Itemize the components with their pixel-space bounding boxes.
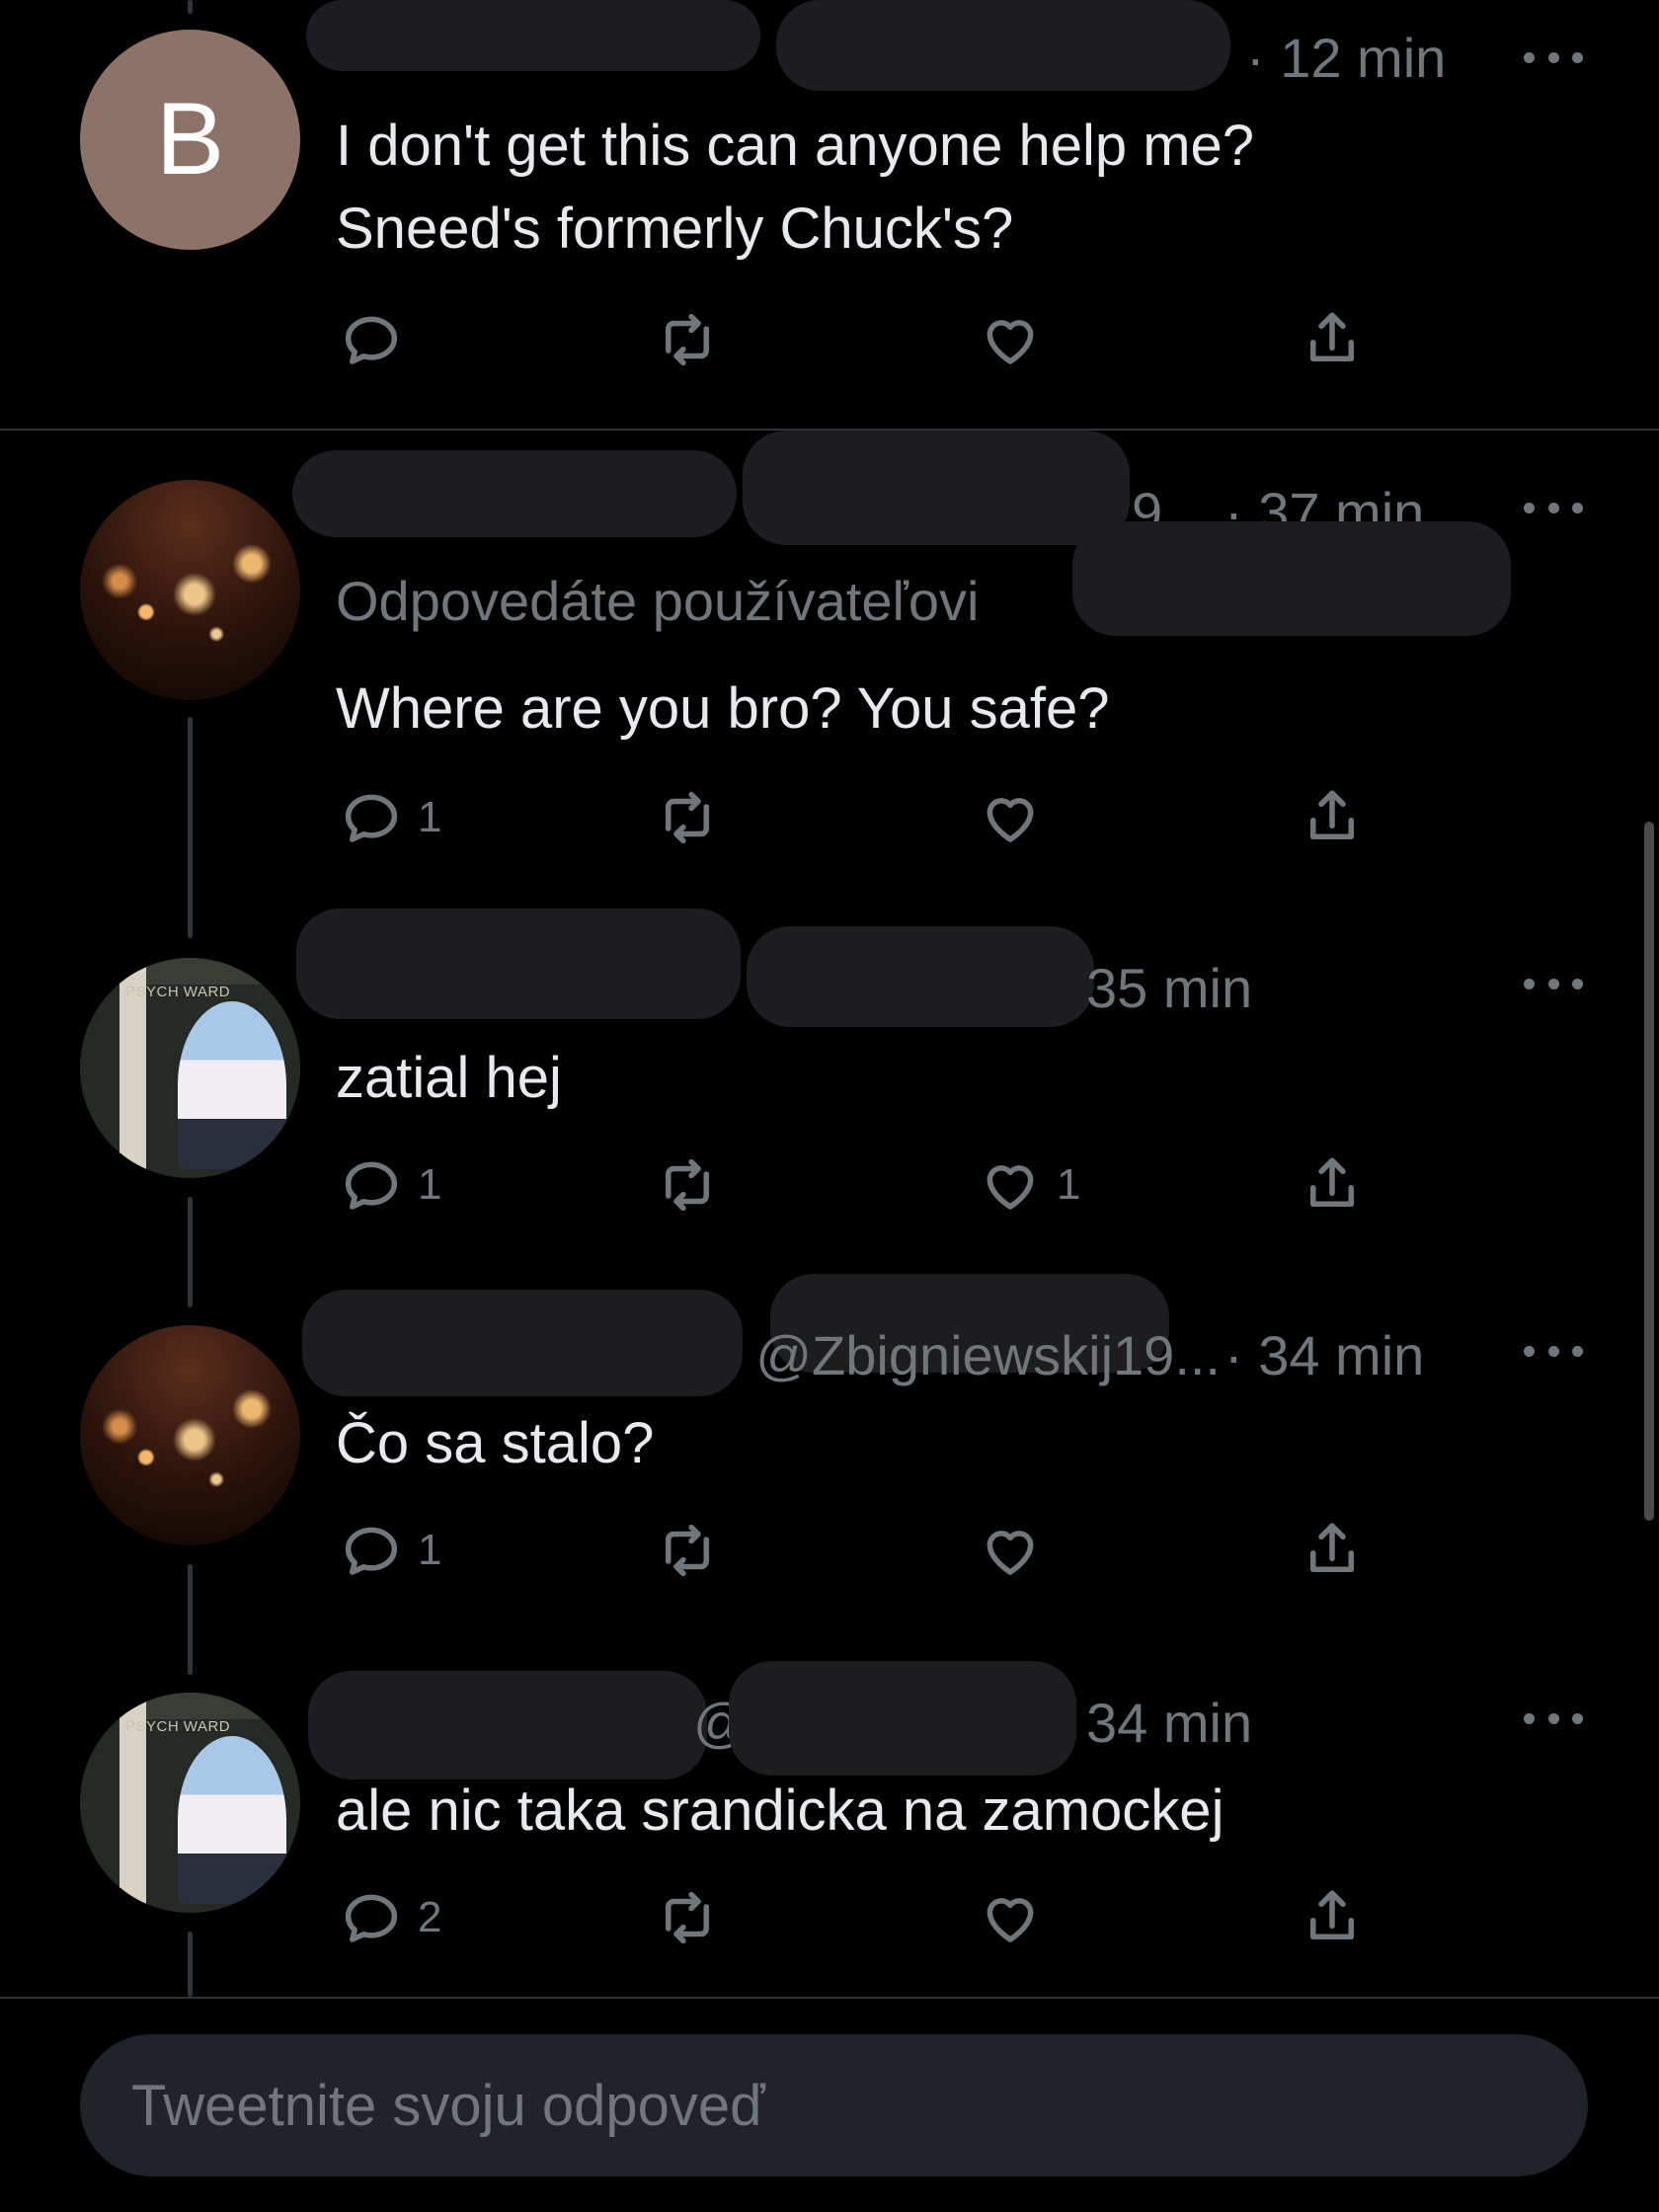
reply-icon [345, 316, 398, 364]
retweet-icon [666, 1891, 709, 1944]
thread-line [188, 1932, 193, 1997]
reply-input[interactable] [80, 2034, 1588, 2176]
share-icon [1310, 1523, 1354, 1572]
tweet-text-line: I don't get this can anyone help me? [336, 114, 1255, 178]
share-icon [1310, 790, 1354, 839]
retweet-button[interactable] [655, 1146, 720, 1224]
handle-fragment: @Zbigniewskij19... [755, 1324, 1221, 1386]
reply-button[interactable] [339, 300, 418, 379]
share-button[interactable] [1300, 1511, 1365, 1590]
reply-icon [345, 1894, 398, 1942]
reply-icon [345, 1527, 398, 1575]
redacted-username [306, 0, 760, 71]
tweet-time: · 12 min [1246, 27, 1447, 89]
more-icon[interactable] [1524, 1343, 1583, 1359]
more-icon[interactable] [1524, 1710, 1583, 1726]
share-button[interactable] [1300, 1878, 1365, 1957]
tweet-time: · 34 min [1224, 1324, 1425, 1386]
share-button[interactable] [1300, 300, 1365, 379]
reply-count: 2 [418, 1893, 442, 1941]
like-button[interactable]: 1 [978, 1146, 1080, 1224]
retweet-button[interactable] [655, 1511, 720, 1590]
redacted-handle [743, 431, 1130, 545]
redacted-mention[interactable] [1072, 521, 1511, 636]
share-button[interactable] [1300, 1146, 1365, 1224]
replying-to-label: Odpovedáte používateľovi [336, 570, 980, 632]
retweet-button[interactable] [655, 778, 720, 857]
avatar-sign: PSYCH WARD [125, 984, 231, 1000]
tweet[interactable]: 9... · 37 min Odpovedáte používateľovi W… [0, 431, 1659, 865]
tweet-text-line: Čo sa stalo? [336, 1411, 655, 1475]
tweet-text-line: zatial hej [336, 1046, 562, 1110]
tweet-text-line: Sneed's formerly Chuck's? [336, 197, 1014, 261]
reply-button[interactable]: 1 [339, 778, 441, 857]
avatar-sign: PSYCH WARD [125, 1718, 231, 1735]
like-button[interactable] [978, 778, 1057, 857]
share-icon [1310, 1157, 1354, 1207]
redacted-handle [776, 0, 1230, 91]
reply-count: 1 [418, 793, 442, 841]
heart-icon [987, 1898, 1034, 1942]
redacted-username [302, 1290, 743, 1396]
tweet-time: 35 min [1086, 957, 1253, 1019]
retweet-icon [666, 1158, 709, 1212]
heart-icon [987, 798, 1034, 842]
retweet-icon [666, 313, 709, 366]
tweet[interactable]: PSYCH WARD 35 min zatial hej 1 1 [0, 908, 1659, 1274]
heart-icon [987, 1531, 1034, 1575]
tweet[interactable]: @Zbigniewskij19... · 34 min Čo sa stalo?… [0, 1274, 1659, 1641]
redacted-username [296, 908, 741, 1019]
thread-line [188, 717, 193, 938]
reply-count: 1 [418, 1160, 442, 1209]
heart-icon [987, 320, 1034, 364]
tweet[interactable]: PSYCH WARD @ 34 min ale nic taka srandic… [0, 1641, 1659, 1997]
compose-bar [0, 1997, 1659, 2212]
reply-icon [345, 1161, 398, 1210]
avatar[interactable] [80, 480, 300, 700]
avatar-figure [178, 1001, 286, 1169]
like-count: 1 [1057, 1160, 1081, 1209]
retweet-button[interactable] [655, 1878, 720, 1957]
tweet-text-line: Where are you bro? You safe? [336, 676, 1110, 741]
more-icon[interactable] [1524, 976, 1583, 991]
heart-icon [987, 1165, 1034, 1210]
share-icon [1310, 312, 1354, 361]
like-button[interactable] [978, 300, 1057, 379]
like-button[interactable] [978, 1511, 1057, 1590]
reply-button[interactable]: 2 [339, 1878, 441, 1957]
retweet-icon [666, 1524, 709, 1577]
more-icon[interactable] [1524, 49, 1583, 65]
tweet[interactable]: B · 12 min I don't get this can anyone h… [0, 0, 1659, 429]
redacted-username [308, 1671, 707, 1779]
share-icon [1310, 1890, 1354, 1939]
reply-icon [345, 794, 398, 842]
tweet-text-line: ale nic taka srandicka na zamockej [336, 1778, 1224, 1843]
avatar[interactable]: B [80, 30, 300, 250]
like-button[interactable] [978, 1878, 1057, 1957]
redacted-handle [747, 926, 1094, 1027]
share-button[interactable] [1300, 778, 1365, 857]
redacted-handle [729, 1661, 1076, 1776]
retweet-button[interactable] [655, 300, 720, 379]
scrollbar[interactable] [1644, 822, 1654, 1521]
tweet-time: 34 min [1086, 1692, 1253, 1754]
retweet-icon [666, 791, 709, 844]
reply-count: 1 [418, 1526, 442, 1574]
reply-button[interactable]: 1 [339, 1511, 441, 1590]
redacted-username [292, 450, 737, 537]
reply-button[interactable]: 1 [339, 1146, 441, 1224]
more-icon[interactable] [1524, 500, 1583, 515]
